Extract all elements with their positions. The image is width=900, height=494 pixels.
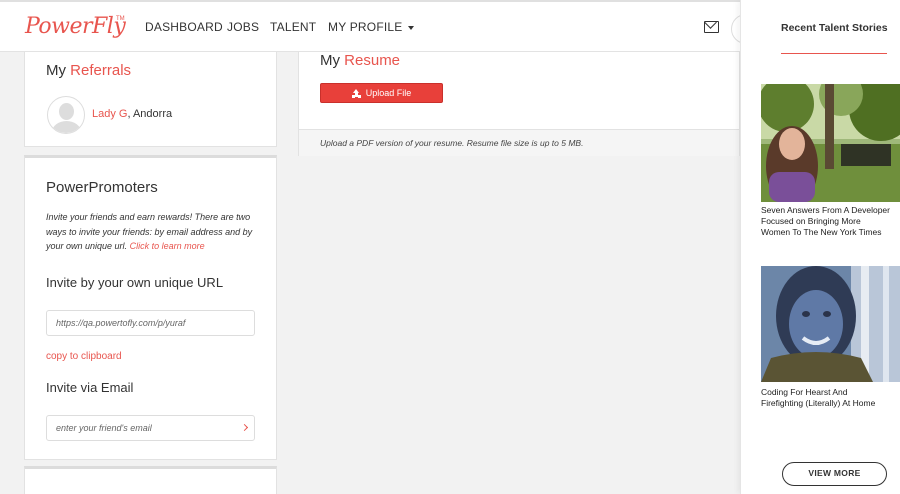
recent-talent-stories-title: Recent Talent Stories: [781, 22, 888, 34]
resume-title-prefix: My: [320, 52, 340, 69]
story-caption-2-line-1: Coding For Hearst And: [761, 387, 848, 397]
chevron-down-icon: [408, 25, 415, 30]
referrals-card: My Referrals Lady G, Andorra: [24, 52, 277, 147]
referral-location: , Andorra: [127, 108, 173, 120]
unique-url-field[interactable]: https://qa.powertofly.com/p/yuraf: [46, 310, 255, 336]
story-caption-2[interactable]: Coding For Hearst And Firefighting (Lite…: [761, 387, 900, 409]
powerfly-logo[interactable]: PowerFly TM: [25, 14, 126, 44]
story-caption-1-line-1: Seven Answers From A Developer: [761, 205, 890, 215]
friend-email-input[interactable]: enter your friend's email: [46, 415, 255, 441]
referrals-title-prefix: My: [46, 62, 66, 79]
logo-trademark: TM: [116, 16, 125, 22]
nav-talent[interactable]: TALENT: [270, 20, 316, 34]
copy-to-clipboard-link[interactable]: copy to clipboard: [46, 351, 122, 362]
resume-title: My Resume: [320, 52, 400, 69]
nav-jobs[interactable]: JOBS: [227, 20, 259, 34]
power-promoters-title: PowerPromoters: [46, 179, 158, 196]
nav-my-profile[interactable]: MY PROFILE: [328, 20, 415, 34]
nav-dashboard[interactable]: DASHBOARD: [145, 20, 223, 34]
nav-my-profile-label: MY PROFILE: [328, 20, 403, 34]
resume-note-bar: Upload a PDF version of your resume. Res…: [299, 129, 739, 156]
title-underline: [781, 53, 887, 54]
resume-title-accent: Resume: [344, 52, 401, 69]
resume-card: My Resume Upload File Upload a PDF versi…: [298, 52, 740, 156]
unique-url-value: https://qa.powertofly.com/p/yuraf: [56, 318, 186, 328]
story-caption-2-line-2: Firefighting (Literally) At Home: [761, 398, 876, 408]
additional-card: [24, 466, 277, 494]
referral-name-link[interactable]: Lady G: [92, 108, 127, 120]
power-promoters-description: Invite your friends and earn rewards! Th…: [46, 210, 261, 254]
story-caption-1[interactable]: Seven Answers From A Developer Focused o…: [761, 205, 900, 238]
friend-email-placeholder: enter your friend's email: [56, 423, 152, 433]
learn-more-link[interactable]: Click to learn more: [130, 241, 205, 251]
envelope-icon[interactable]: [704, 21, 719, 33]
invite-email-heading: Invite via Email: [46, 380, 134, 395]
logo-text: PowerFly: [25, 14, 126, 39]
story-caption-1-line-2: Focused on Bringing More: [761, 216, 861, 226]
resume-note: Upload a PDF version of your resume. Res…: [320, 138, 584, 148]
upload-file-button[interactable]: Upload File: [320, 83, 443, 103]
unique-url-heading: Invite by your own unique URL: [46, 275, 224, 290]
referral-entry: Lady G, Andorra: [92, 108, 172, 120]
view-more-button[interactable]: VIEW MORE: [782, 462, 887, 486]
story-caption-1-line-3: Women To The New York Times: [761, 227, 882, 237]
story-image-2[interactable]: [761, 266, 900, 382]
upload-icon: [351, 89, 361, 97]
chevron-right-icon[interactable]: [240, 423, 249, 432]
referral-avatar: [47, 96, 85, 134]
referrals-title-accent: Referrals: [70, 62, 132, 79]
upload-file-label: Upload File: [365, 88, 412, 98]
referrals-title: My Referrals: [46, 62, 131, 79]
recent-talent-stories-panel: Recent Talent Stories Seven Answers From…: [740, 0, 900, 494]
story-image-1[interactable]: [761, 84, 900, 202]
power-promoters-card: PowerPromoters Invite your friends and e…: [24, 155, 277, 460]
